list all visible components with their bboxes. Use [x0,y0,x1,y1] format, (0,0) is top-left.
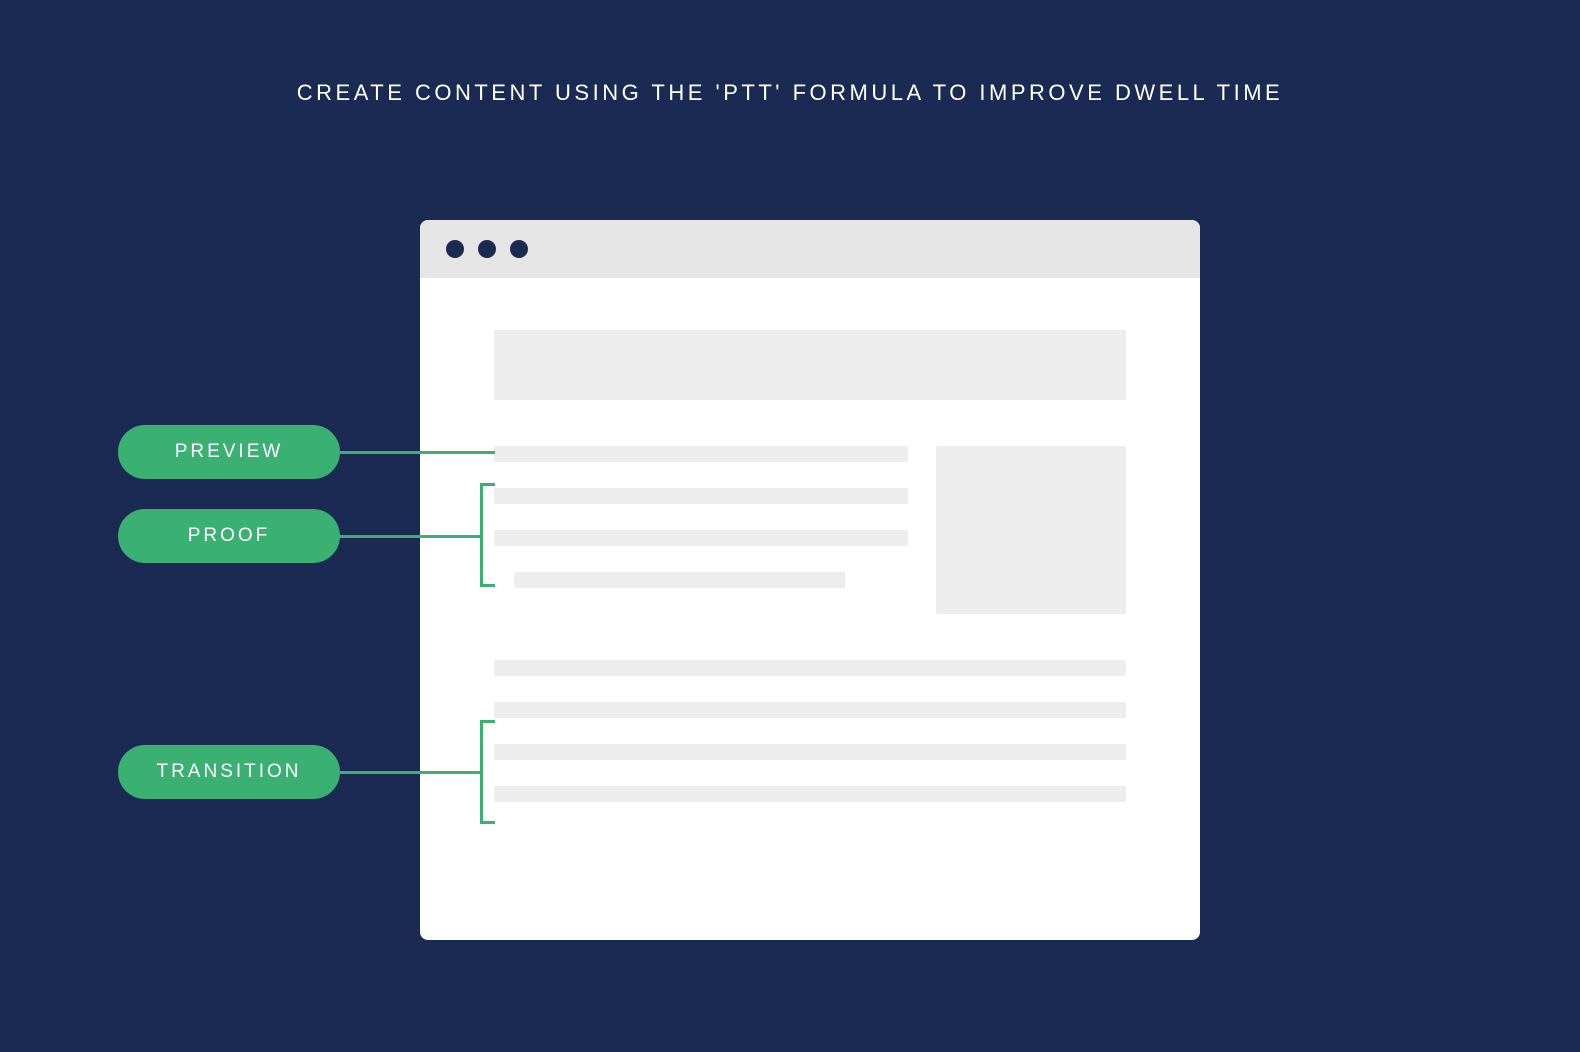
window-dot-icon [510,240,528,258]
text-line-placeholder [494,786,1126,802]
page-content [420,278,1200,802]
transition-connector [340,771,480,774]
text-line-placeholder [494,446,908,462]
window-dot-icon [446,240,464,258]
window-dot-icon [478,240,496,258]
transition-bracket [480,720,495,824]
text-line-placeholder [494,488,908,504]
proof-connector [340,535,480,538]
preview-connector [340,451,495,454]
page-title: CREATE CONTENT USING THE 'PTT' FORMULA T… [297,80,1283,106]
text-line-placeholder [514,572,845,588]
text-line-placeholder [494,530,908,546]
proof-bracket [480,483,495,587]
proof-label: PROOF [118,509,340,563]
image-placeholder [936,446,1126,614]
transition-label: TRANSITION [118,745,340,799]
hero-placeholder [494,330,1126,400]
text-line-placeholder [494,702,1126,718]
text-line-placeholder [494,660,1126,676]
preview-label: PREVIEW [118,425,340,479]
browser-mock [420,220,1200,940]
browser-titlebar [420,220,1200,278]
text-line-placeholder [494,744,1126,760]
